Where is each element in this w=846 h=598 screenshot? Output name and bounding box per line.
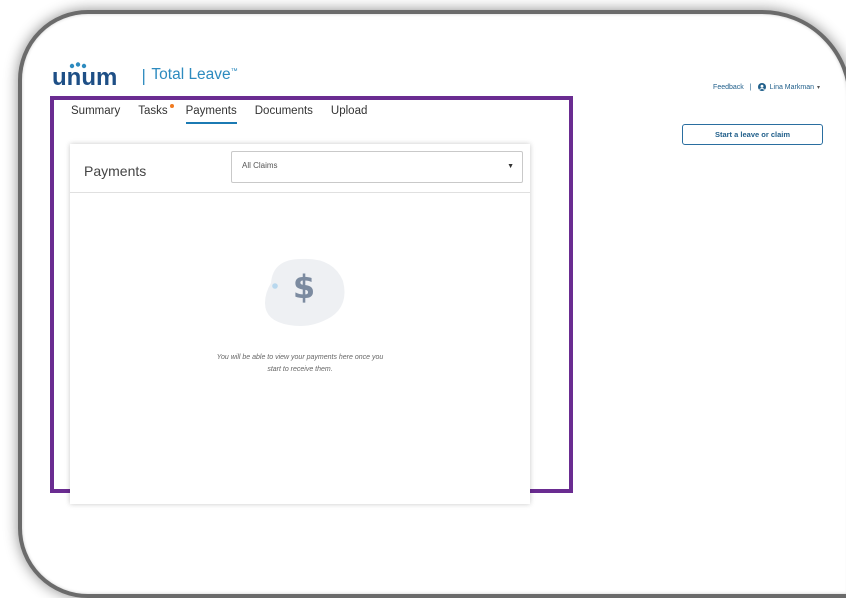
top-right-nav: Feedback | Lina Markman ▾ <box>713 83 820 91</box>
tab-summary[interactable]: Summary <box>71 105 120 124</box>
svg-text:$: $ <box>293 268 315 306</box>
user-circle-icon <box>757 83 766 91</box>
logo-divider: | <box>141 65 147 85</box>
nav-separator: | <box>749 83 752 91</box>
empty-state-message: You will be able to view your payments h… <box>216 354 384 373</box>
unum-logo-icon: unum <box>52 62 117 89</box>
tab-documents[interactable]: Documents <box>255 105 313 124</box>
select-value: All Claims <box>242 161 278 170</box>
notification-dot <box>169 104 174 108</box>
dollar-icon: $ <box>265 258 345 326</box>
tab-upload[interactable]: Upload <box>331 105 367 124</box>
product-name: Total Leave™ <box>151 66 238 83</box>
tab-tasks[interactable]: Tasks <box>138 104 174 124</box>
claims-filter-select[interactable]: All Claims ▼ <box>231 151 523 183</box>
caret-down-icon[interactable]: ▾ <box>817 84 820 91</box>
app-logo[interactable]: unum | Total Leave™ <box>52 60 238 90</box>
payments-title: Payments <box>84 163 147 179</box>
card-header: Payments All Claims ▼ <box>70 144 530 193</box>
chevron-down-icon: ▼ <box>507 163 514 170</box>
payments-card: Payments All Claims ▼ $ You will be able… <box>70 144 530 504</box>
feedback-link[interactable]: Feedback <box>713 84 744 91</box>
user-menu[interactable]: Lina Markman <box>770 84 814 91</box>
tab-payments[interactable]: Payments <box>185 105 237 124</box>
tab-bar: Summary Tasks Payments Documents Upload <box>71 104 385 124</box>
start-leave-button[interactable]: Start a leave or claim <box>682 124 823 145</box>
